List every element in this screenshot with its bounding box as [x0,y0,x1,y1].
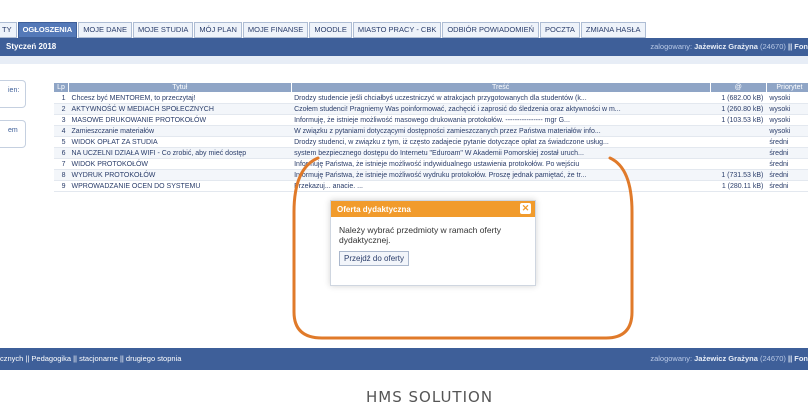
cell-priority: wysoki [766,125,808,137]
tab-moje-studia[interactable]: MOJE STUDIA [132,22,194,38]
tab-moje-finanse[interactable]: MOJE FINANSE [242,22,309,38]
cell-title: Chcesz być MENTOREM, to przeczytaj! [68,92,292,104]
cell-title: Zamieszczanie materiałów [68,125,292,137]
main-tabs: TY OGŁOSZENIA MOJE DANE MOJE STUDIA MÓJ … [0,22,647,38]
cell-content: Czołem studenci! Pragniemy Was poinformo… [291,103,711,115]
cell-attachment [710,147,767,159]
cell-attachment [710,136,767,148]
col-tresc[interactable]: Treść [290,82,711,93]
current-date: Styczeń 2018 [6,42,57,51]
footer-logged-label: zalogowany: [650,354,693,363]
cell-priority: wysoki [766,114,808,126]
cell-title: MASOWE DRUKOWANIE PROTOKOŁÓW [68,114,292,126]
cell-attachment: 1 (103.53 kB) [710,114,767,126]
footer-user-info: zalogowany: Jażewicz Grażyna (24670) || … [650,354,808,363]
col-lp[interactable]: Lp [52,82,70,93]
col-attachment[interactable]: @ [709,82,767,93]
close-icon[interactable]: ✕ [520,203,531,214]
cell-title: WPROWADZANIE OCEN DO SYSTEMU [68,180,292,192]
tab-zmiana-hasla[interactable]: ZMIANA HASŁA [580,22,646,38]
cell-lp: 7 [53,158,69,170]
header-subbar [0,56,808,64]
cell-lp: 8 [53,169,69,181]
cell-lp: 5 [53,136,69,148]
cell-content: W związku z pytaniami dotyczącymi dostęp… [291,125,711,137]
cell-title: WIDOK PROTOKOŁÓW [68,158,292,170]
cell-lp: 3 [53,114,69,126]
table-row[interactable]: 5 WIDOK OPŁAT ZA STUDIA Drodzy studenci, w… [53,136,808,148]
top-banner [0,0,808,20]
table-row[interactable]: 4 Zamieszczanie materiałów W związku z pyt… [53,125,808,137]
modal-title: Oferta dydaktyczna [337,205,411,214]
user-name: Jażewicz Grażyna [694,42,758,51]
cell-content: Drodzy studencie jeśli chciałbyś uczestn… [291,92,711,104]
cell-lp: 2 [53,103,69,115]
cell-attachment [710,125,767,137]
sidebar-item-1[interactable]: ien: [0,80,26,108]
tab-ogloszenia[interactable]: OGŁOSZENIA [17,22,78,38]
cell-attachment: 1 (682.00 kB) [710,92,767,104]
footer-bar: cznych || Pedagogika || stacjonarne || d… [0,348,808,370]
cell-title: WYDRUK PROTOKOŁÓW [68,169,292,181]
footer-extra: || Fon [787,354,808,363]
cell-priority: średni [766,158,808,170]
cell-title: NA UCZELNI DZIAŁA WIFI - Co zrobić, aby … [68,147,292,159]
tab-moj-plan[interactable]: MÓJ PLAN [194,22,242,38]
cell-content: Informuję, że istnieje możliwość masoweg… [291,114,711,126]
cell-priority: średni [766,180,808,192]
footer-user-name: Jażewicz Grażyna [694,354,758,363]
tab-poczta[interactable]: POCZTA [540,22,580,38]
col-priorytet[interactable]: Priorytet [765,82,808,93]
cell-lp: 4 [53,125,69,137]
cell-attachment [710,158,767,170]
cell-attachment: 1 (280.11 kB) [710,180,767,192]
cell-lp: 9 [53,180,69,192]
modal-header: Oferta dydaktyczna ✕ [331,201,535,217]
table-row[interactable]: 1 Chcesz być MENTOREM, to przeczytaj! Drod… [53,92,808,104]
tab-partial[interactable]: TY [0,22,17,38]
cell-title: WIDOK OPŁAT ZA STUDIA [68,136,292,148]
sidebar-item-label: ien: [8,87,20,94]
header-bar: Styczeń 2018 zalogowany: Jażewicz Grażyn… [0,38,808,56]
header-extra: || Fon [787,42,808,51]
cell-priority: wysoki [766,103,808,115]
brand-logo: HMS SOLUTION [366,388,494,406]
cell-priority: średni [766,147,808,159]
footer-user-id: (24670) [760,354,786,363]
cell-priority: średni [766,169,808,181]
cell-title: AKTYWNOŚĆ W MEDIACH SPOŁECZNYCH [68,103,292,115]
table-row[interactable]: 2 AKTYWNOŚĆ W MEDIACH SPOŁECZNYCH Czołem s… [53,103,808,115]
table-row[interactable]: 3 MASOWE DRUKOWANIE PROTOKOŁÓW Informuję, … [53,114,808,126]
oferta-modal: Oferta dydaktyczna ✕ Należy wybrać przed… [330,200,536,286]
logged-label: zalogowany: [650,42,693,51]
cell-priority: wysoki [766,92,808,104]
user-id: (24670) [760,42,786,51]
modal-message: Należy wybrać przedmioty w ramach oferty… [339,225,502,245]
cell-attachment: 1 (731.53 kB) [710,169,767,181]
cell-priority: średni [766,136,808,148]
footer-path: cznych || Pedagogika || stacjonarne || d… [0,354,182,363]
tab-moje-dane[interactable]: MOJE DANE [78,22,132,38]
cell-lp: 1 [53,92,69,104]
sidebar: ien: em [0,80,28,170]
go-to-offer-button[interactable]: Przejdź do oferty [339,251,410,266]
tab-odbior-powiadomien[interactable]: ODBIÓR POWIADOMIEŃ [442,22,540,38]
sidebar-item-label: em [8,127,18,134]
table-header-row: Lp Tytuł Treść @ Priorytet [52,82,808,93]
cell-attachment: 1 (260.80 kB) [710,103,767,115]
tab-moodle[interactable]: MOODLE [309,22,352,38]
sidebar-item-2[interactable]: em [0,120,26,148]
tab-miasto-pracy[interactable]: MIASTO PRACY - CBK [352,22,442,38]
cell-lp: 6 [53,147,69,159]
cell-content: Drodzy studenci, w związku z tym, iż czę… [291,136,711,148]
col-tytul[interactable]: Tytuł [68,82,292,93]
logged-user-info: zalogowany: Jażewicz Grażyna (24670) || … [650,42,808,51]
